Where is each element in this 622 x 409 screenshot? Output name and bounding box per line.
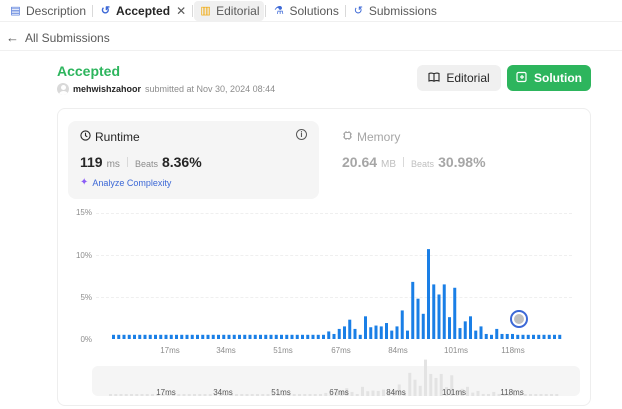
clock-icon xyxy=(80,130,91,144)
runtime-panel[interactable]: Runtime i 119 ms Beats 8.36% ✦ Analyze C… xyxy=(68,121,319,199)
edit-icon xyxy=(516,71,528,86)
back-label: All Submissions xyxy=(25,30,110,45)
range-tick-label: 51ms xyxy=(271,388,291,397)
range-tick-label: 34ms xyxy=(213,388,233,397)
runtime-label: Runtime xyxy=(95,130,140,144)
memory-label: Memory xyxy=(357,130,401,144)
tab-label: Description xyxy=(26,3,87,18)
range-tick-label: 17ms xyxy=(156,388,176,397)
range-tick-label: 67ms xyxy=(329,388,349,397)
sparkle-icon: ✦ xyxy=(80,177,89,188)
submission-info: mehwishzahoor submitted at Nov 30, 2024 … xyxy=(57,83,275,95)
x-tick-label: 67ms xyxy=(331,346,351,355)
book-icon: ▥ xyxy=(200,5,211,17)
y-tick-label: 5% xyxy=(80,293,92,302)
your-submission-marker[interactable] xyxy=(510,310,528,328)
tab-divider xyxy=(192,4,194,17)
tab-editorial[interactable]: ▥ Editorial xyxy=(194,0,265,21)
x-tick-label: 101ms xyxy=(443,346,469,355)
divider xyxy=(126,157,128,167)
y-tick-label: 15% xyxy=(75,208,92,217)
book-icon xyxy=(428,71,440,85)
x-tick-label: 17ms xyxy=(160,346,180,355)
tab-submissions[interactable]: ↺ Submissions xyxy=(347,1,442,21)
runtime-number: 119 xyxy=(80,154,103,170)
runtime-beats: 8.36% xyxy=(161,154,202,170)
tab-label: Accepted xyxy=(116,3,171,18)
arrow-left-icon: ← xyxy=(6,30,19,45)
x-tick-label: 118ms xyxy=(501,346,525,355)
avatar[interactable] xyxy=(57,83,69,95)
analyze-label: Analyze Complexity xyxy=(92,177,172,188)
flask-icon: ⚗ xyxy=(274,5,284,17)
username[interactable]: mehwishzahoor xyxy=(73,84,141,94)
solution-button[interactable]: Solution xyxy=(507,65,591,91)
tab-accepted[interactable]: ↺ Accepted ✕ xyxy=(94,1,191,21)
gridline xyxy=(96,297,572,298)
x-tick-label: 84ms xyxy=(388,346,408,355)
editorial-button[interactable]: Editorial xyxy=(417,65,501,91)
runtime-unit: ms xyxy=(106,159,120,170)
range-tick-label: 118ms xyxy=(500,388,524,397)
memory-unit: MB xyxy=(381,159,397,170)
tab-description[interactable]: ▤ Description xyxy=(4,1,91,21)
divider xyxy=(403,157,405,167)
x-tick-label: 51ms xyxy=(273,346,293,355)
submission-status: Accepted xyxy=(57,63,121,79)
submitted-time: submitted at Nov 30, 2024 08:44 xyxy=(145,84,276,94)
history-icon: ↺ xyxy=(100,5,111,17)
editorial-label: Editorial xyxy=(446,71,490,85)
tab-label: Editorial xyxy=(216,3,260,18)
runtime-title: Runtime xyxy=(80,130,140,144)
tab-divider xyxy=(265,4,267,17)
solution-label: Solution xyxy=(534,71,582,85)
document-icon: ▤ xyxy=(10,5,21,17)
memory-number: 20.64 xyxy=(342,154,378,170)
tab-divider xyxy=(92,4,94,17)
avatar xyxy=(514,314,524,324)
tab-label: Submissions xyxy=(368,3,437,18)
y-tick-label: 0% xyxy=(80,335,92,344)
all-submissions-link[interactable]: ← All Submissions xyxy=(6,30,110,45)
gridline xyxy=(96,255,572,256)
range-tick-label: 101ms xyxy=(441,388,467,397)
x-tick-label: 34ms xyxy=(216,346,236,355)
tab-label: Solutions xyxy=(289,3,339,18)
history-icon: ↺ xyxy=(353,5,363,17)
memory-title[interactable]: Memory xyxy=(342,130,400,144)
info-icon[interactable]: i xyxy=(296,129,307,140)
gridline xyxy=(96,213,572,214)
close-icon[interactable]: ✕ xyxy=(176,4,186,18)
tab-solutions[interactable]: ⚗ Solutions xyxy=(267,1,343,21)
runtime-value: 119 ms Beats 8.36% xyxy=(80,154,202,170)
analyze-complexity-link[interactable]: ✦ Analyze Complexity xyxy=(80,177,171,188)
beats-label: Beats xyxy=(134,159,158,169)
tab-divider xyxy=(344,4,346,17)
range-tick-label: 84ms xyxy=(386,388,406,397)
y-tick-label: 10% xyxy=(75,251,92,260)
beats-label: Beats xyxy=(411,159,435,169)
divider xyxy=(0,50,622,51)
memory-value: 20.64 MB Beats 30.98% xyxy=(342,154,486,170)
tab-bar: ▤ Description ↺ Accepted ✕ ▥ Editorial ⚗… xyxy=(0,0,622,22)
memory-beats: 30.98% xyxy=(438,154,486,170)
chip-icon xyxy=(342,130,353,144)
